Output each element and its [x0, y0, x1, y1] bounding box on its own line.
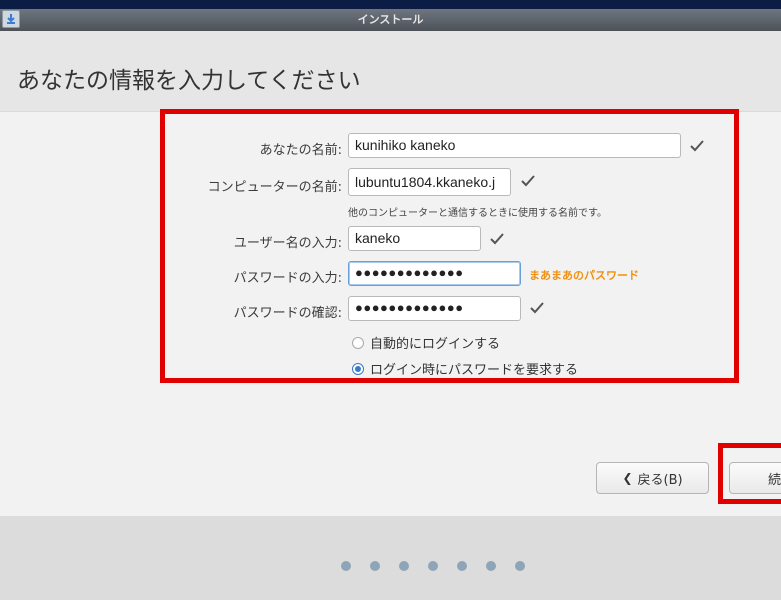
auto-login-option[interactable]: 自動的にログインする	[352, 333, 500, 352]
window-titlebar: インストール	[0, 0, 781, 31]
window-title: インストール	[357, 13, 424, 26]
confirm-password-field[interactable]: ●●●●●●●●●●●●●	[348, 296, 521, 321]
require-password-label: ログイン時にパスワードを要求する	[370, 363, 579, 378]
back-button[interactable]: ❮ 戻る(B)	[596, 462, 709, 494]
name-label: あなたの名前:	[259, 143, 342, 158]
checkmark-icon	[690, 140, 704, 152]
progress-dot	[457, 561, 467, 571]
continue-button[interactable]: 続	[729, 462, 781, 494]
password-field[interactable]: ●●●●●●●●●●●●●	[348, 261, 521, 286]
progress-dots	[341, 561, 544, 571]
progress-footer	[0, 516, 781, 600]
checkmark-icon	[521, 175, 535, 187]
progress-dot	[515, 561, 525, 571]
computer-name-label: コンピューターの名前:	[207, 180, 342, 195]
username-field[interactable]: kaneko	[348, 226, 481, 251]
chevron-left-icon: ❮	[622, 471, 633, 485]
page-header: あなたの情報を入力してください	[0, 31, 781, 112]
progress-dot	[341, 561, 351, 571]
computer-name-field[interactable]: lubuntu1804.kkaneko.j	[348, 168, 511, 196]
radio-button-icon[interactable]	[352, 336, 364, 349]
progress-dot	[486, 561, 496, 571]
password-strength-label: まあまあのパスワード	[529, 269, 639, 282]
progress-dot	[370, 561, 380, 571]
back-button-label: 戻る(B)	[637, 472, 683, 488]
continue-button-label: 続	[768, 472, 781, 488]
password-label: パスワードの入力:	[233, 271, 342, 286]
progress-dot	[428, 561, 438, 571]
name-field[interactable]: kunihiko kaneko	[348, 133, 681, 158]
checkmark-icon	[490, 233, 504, 245]
checkmark-icon	[530, 302, 544, 314]
progress-dot	[399, 561, 409, 571]
confirm-password-label: パスワードの確認:	[233, 306, 342, 321]
require-password-option[interactable]: ログイン時にパスワードを要求する	[352, 359, 578, 378]
username-label: ユーザー名の入力:	[233, 236, 342, 251]
computer-name-hint: 他のコンピューターと通信するときに使用する名前です。	[348, 208, 607, 219]
radio-button-icon[interactable]	[352, 362, 364, 375]
page-title: あなたの情報を入力してください	[17, 68, 361, 94]
auto-login-label: 自動的にログインする	[370, 337, 501, 352]
